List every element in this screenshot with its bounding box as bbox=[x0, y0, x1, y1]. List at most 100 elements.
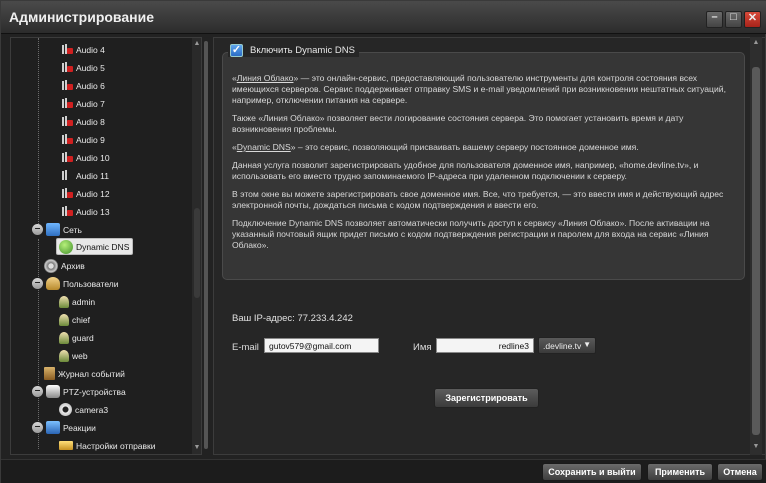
tree-guide-line bbox=[38, 239, 39, 449]
archive-icon bbox=[44, 258, 58, 273]
tree-item-audio-5[interactable]: Audio 5 bbox=[61, 59, 105, 76]
tree-item-audio-9[interactable]: Audio 9 bbox=[61, 131, 105, 148]
tree-item-audio-4[interactable]: Audio 4 bbox=[61, 41, 105, 58]
tree-item-audio-7[interactable]: Audio 7 bbox=[61, 95, 105, 112]
collapse-icon[interactable]: – bbox=[32, 224, 43, 235]
scrollbar-thumb[interactable] bbox=[752, 67, 760, 435]
tree-item-audio-6[interactable]: Audio 6 bbox=[61, 77, 105, 94]
maximize-icon: □ bbox=[730, 11, 737, 23]
tree-item-label: Audio 13 bbox=[76, 206, 110, 217]
tree-item-dynamic-dns[interactable]: Dynamic DNS bbox=[56, 238, 134, 255]
scroll-up-icon[interactable]: ▲ bbox=[752, 39, 760, 46]
audio-muted-icon bbox=[61, 116, 73, 127]
collapse-icon[interactable]: – bbox=[32, 422, 43, 433]
enable-dns-row[interactable]: ✓ Включить Dynamic DNS bbox=[228, 43, 359, 57]
camera-icon bbox=[59, 403, 72, 416]
tree-item-archive[interactable]: Архив bbox=[44, 257, 85, 274]
collapse-icon[interactable]: – bbox=[32, 278, 43, 289]
scroll-down-icon[interactable]: ▼ bbox=[193, 444, 201, 452]
cancel-button[interactable]: Отмена bbox=[717, 463, 763, 481]
tree-item-audio-13[interactable]: Audio 13 bbox=[61, 203, 110, 220]
bottom-bar: Сохранить и выйти Применить Отмена bbox=[1, 459, 766, 483]
tree-item-audio-10[interactable]: Audio 10 bbox=[61, 149, 110, 166]
ip-address-text: Ваш IP-адрес: 77.233.4.242 bbox=[232, 313, 353, 324]
maximize-button[interactable]: □ bbox=[725, 11, 742, 28]
tree-item-label: Архив bbox=[61, 260, 85, 271]
ptz-camera-icon bbox=[46, 385, 60, 398]
tree-item-audio-12[interactable]: Audio 12 bbox=[61, 185, 110, 202]
tree-item-label: guard bbox=[72, 332, 94, 343]
user-icon bbox=[59, 295, 69, 308]
tree-item-label: Audio 8 bbox=[76, 116, 105, 127]
tree-item-user-web[interactable]: web bbox=[59, 347, 88, 364]
scroll-down-icon[interactable]: ▼ bbox=[752, 443, 760, 450]
audio-muted-icon bbox=[61, 62, 73, 73]
send-settings-icon bbox=[59, 441, 73, 450]
domain-select-value: .devline.tv bbox=[543, 341, 582, 351]
window-title: Администрирование bbox=[9, 9, 154, 25]
description-paragraph: «Линия Облако» — это онлайн-сервис, пред… bbox=[232, 73, 727, 106]
tree-item-send-settings[interactable]: Настройки отправки bbox=[59, 437, 156, 454]
name-label: Имя bbox=[413, 342, 432, 353]
tree-item-label: Сеть bbox=[63, 224, 82, 235]
admin-window: Администрирование – □ ✕ Audio 4 Audio 5 … bbox=[0, 0, 766, 483]
description-paragraph: Данная услуга позволит зарегистрировать … bbox=[232, 160, 699, 181]
close-button[interactable]: ✕ bbox=[744, 11, 761, 28]
tree-item-user-admin[interactable]: admin bbox=[59, 293, 95, 310]
audio-muted-icon bbox=[61, 134, 73, 145]
link-dynamic-dns[interactable]: Dynamic DNS bbox=[237, 142, 291, 152]
network-icon bbox=[46, 223, 60, 236]
domain-select[interactable]: .devline.tv ▼ bbox=[538, 337, 596, 354]
tree-item-audio-11[interactable]: Audio 11 bbox=[61, 167, 109, 184]
chevron-down-icon: ▼ bbox=[583, 340, 591, 349]
tree-item-ptz[interactable]: – PTZ-устройства bbox=[32, 383, 126, 400]
enable-dns-label: Включить Dynamic DNS bbox=[250, 44, 355, 56]
tree-item-camera3[interactable]: camera3 bbox=[59, 401, 108, 418]
apply-button[interactable]: Применить bbox=[647, 463, 713, 481]
minimize-button[interactable]: – bbox=[706, 11, 723, 28]
tree-item-label: Audio 7 bbox=[76, 98, 105, 109]
tree-item-label: Audio 11 bbox=[76, 170, 109, 181]
description-paragraph: В этом окне вы можете зарегистрировать с… bbox=[232, 189, 724, 210]
email-field[interactable] bbox=[264, 338, 379, 353]
tree-item-audio-8[interactable]: Audio 8 bbox=[61, 113, 105, 130]
panel-splitter[interactable] bbox=[204, 41, 208, 449]
audio-muted-icon bbox=[61, 98, 73, 109]
tree-item-label: Audio 5 bbox=[76, 62, 105, 73]
tree-item-label: chief bbox=[72, 314, 90, 325]
user-icon bbox=[59, 331, 69, 344]
tree-item-label: PTZ-устройства bbox=[63, 386, 126, 397]
scroll-up-icon[interactable]: ▲ bbox=[193, 40, 201, 48]
tree-item-label: Audio 12 bbox=[76, 188, 110, 199]
title-bar: Администрирование – □ ✕ bbox=[1, 1, 766, 34]
save-and-exit-button[interactable]: Сохранить и выйти bbox=[542, 463, 642, 481]
reactions-icon bbox=[46, 421, 60, 434]
tree-scrollbar[interactable]: ▲ ▼ bbox=[192, 38, 201, 454]
scrollbar-thumb[interactable] bbox=[194, 208, 200, 298]
tree-item-users[interactable]: – Пользователи bbox=[32, 275, 118, 292]
user-icon bbox=[59, 349, 69, 362]
tree-item-network[interactable]: – Сеть bbox=[32, 221, 82, 238]
audio-muted-icon bbox=[61, 152, 73, 163]
tree-item-label: Реакции bbox=[63, 422, 96, 433]
dns-description: «Линия Облако» — это онлайн-сервис, пред… bbox=[232, 73, 727, 258]
enable-dns-checkbox[interactable]: ✓ bbox=[230, 43, 243, 57]
name-field[interactable] bbox=[436, 338, 534, 353]
tree-item-label: web bbox=[72, 350, 88, 361]
description-paragraph: Подключение Dynamic DNS позволяет автома… bbox=[232, 218, 710, 250]
settings-tree: Audio 4 Audio 5 Audio 6 Audio 7 Audio 8 … bbox=[10, 37, 202, 455]
tree-item-label: admin bbox=[72, 296, 96, 307]
tree-item-event-log[interactable]: Журнал событий bbox=[44, 365, 125, 382]
globe-icon bbox=[59, 239, 73, 254]
register-button[interactable]: Зарегистрировать bbox=[434, 388, 539, 408]
collapse-icon[interactable]: – bbox=[32, 386, 43, 397]
tree-item-label: Dynamic DNS bbox=[76, 241, 130, 252]
audio-muted-icon bbox=[61, 44, 73, 55]
content-scrollbar[interactable]: ▲ ▼ bbox=[750, 37, 762, 455]
tree-guide-line bbox=[38, 38, 39, 228]
tree-item-reactions[interactable]: – Реакции bbox=[32, 419, 96, 436]
description-paragraph: Также «Линия Облако» позволяет вести лог… bbox=[232, 113, 684, 134]
link-liniya-oblako[interactable]: Линия Облако bbox=[237, 73, 294, 83]
tree-item-user-chief[interactable]: chief bbox=[59, 311, 90, 328]
tree-item-user-guard[interactable]: guard bbox=[59, 329, 94, 346]
